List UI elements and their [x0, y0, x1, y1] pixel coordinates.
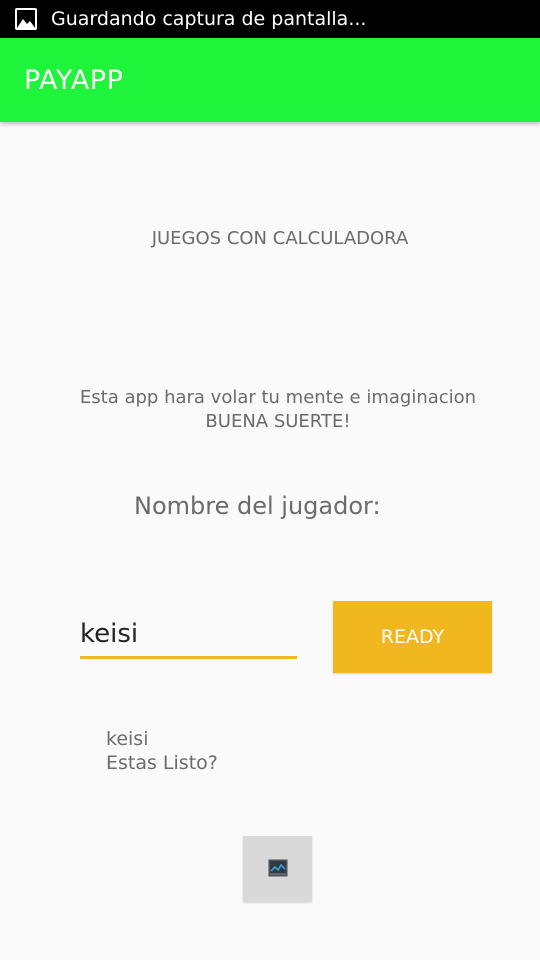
ready-button[interactable]: READY: [333, 601, 492, 673]
intro-line-2: BUENA SUERTE!: [205, 411, 351, 432]
result-player-name: keisi: [106, 728, 149, 750]
page-heading: JUEGOS CON CALCULADORA: [151, 228, 409, 249]
app-title: PAYAPP: [24, 64, 124, 96]
result-question: Estas Listo?: [106, 752, 218, 774]
intro-line-1: Esta app hara volar tu mente e imaginaci…: [79, 387, 477, 408]
player-name-input[interactable]: [80, 612, 297, 659]
status-notification-text: Guardando captura de pantalla...: [51, 8, 367, 30]
result-text: keisi Estas Listo?: [106, 727, 218, 775]
broken-image-icon: [268, 858, 288, 881]
status-bar: Guardando captura de pantalla...: [0, 0, 540, 38]
intro-text: Esta app hara volar tu mente e imaginaci…: [0, 386, 540, 434]
player-name-label: Nombre del jugador:: [134, 492, 381, 520]
app-bar: PAYAPP: [0, 38, 540, 122]
image-button[interactable]: [243, 836, 312, 902]
image-icon: [15, 8, 37, 30]
